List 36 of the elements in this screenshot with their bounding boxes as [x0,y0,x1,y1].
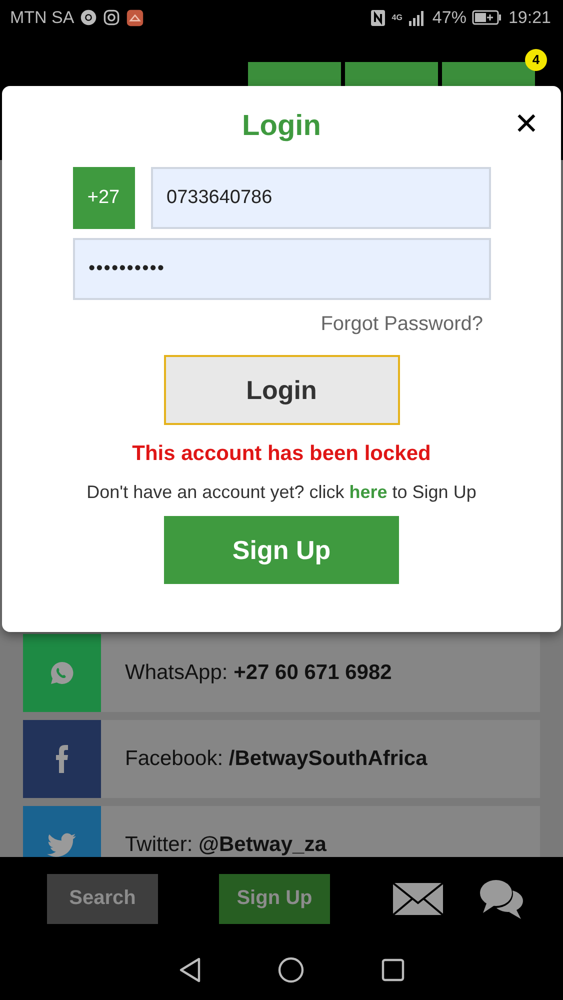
whatsapp-icon [48,659,76,687]
facebook-icon [55,745,69,773]
app-icon [126,8,144,26]
clock: 19:21 [508,8,551,28]
back-icon[interactable] [178,957,202,983]
network-type: 4G [392,13,402,22]
contact-text: Twitter: @Betway_za [125,833,326,857]
signal-icon [408,10,426,26]
nfc-icon [370,8,386,26]
here-link[interactable]: here [349,482,388,502]
contact-row[interactable]: WhatsApp: +27 60 671 6982 [23,634,540,712]
login-button[interactable]: Login [164,355,400,425]
forgot-password-link[interactable]: Forgot Password? [320,313,483,336]
contact-row[interactable]: Facebook: /BetwaySouthAfrica [23,720,540,798]
camera-icon [103,9,120,26]
home-icon[interactable] [278,957,304,983]
dialog-title: Login [242,110,321,142]
chat-icon[interactable] [478,878,526,920]
contact-text: Facebook: /BetwaySouthAfrica [125,747,428,771]
phone-field[interactable]: 0733640786 [150,167,490,229]
country-code: +27 [72,167,134,229]
password-field[interactable]: •••••••••• [72,238,490,300]
bird-icon [47,832,77,857]
battery-percent: 47% [432,8,466,28]
sign-up-button[interactable]: Sign Up [164,516,399,584]
close-button[interactable]: ✕ [514,110,539,140]
carrier-name: MTN SA [10,8,74,28]
contact-text: WhatsApp: +27 60 671 6982 [125,661,392,685]
contact-row[interactable]: Twitter: @Betway_za [23,806,540,857]
search-button[interactable]: Search [47,874,158,924]
mail-icon[interactable] [392,882,444,916]
error-message: This account has been locked [132,442,431,466]
sign-up-prompt: Don't have an account yet? click here to Sign Up [86,482,476,503]
count-badge: 4 [525,49,547,71]
recents-icon[interactable] [380,958,405,982]
battery-icon [472,10,502,25]
